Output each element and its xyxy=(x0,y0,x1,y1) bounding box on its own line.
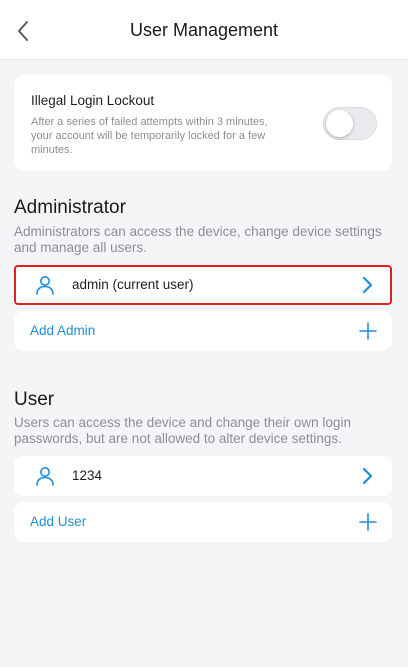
lockout-description: After a series of failed attempts within… xyxy=(31,116,268,156)
add-admin-row[interactable]: Add Admin xyxy=(14,311,392,351)
lockout-card: Illegal Login Lockout After a series of … xyxy=(14,75,392,171)
administrator-section-description: Administrators can access the device, ch… xyxy=(14,224,382,255)
plus-icon xyxy=(359,513,377,531)
chevron-right-icon xyxy=(362,467,373,485)
page-title: User Management xyxy=(129,20,279,40)
add-admin-label: Add Admin xyxy=(30,323,96,338)
admin-user-row[interactable]: admin (current user) xyxy=(14,265,392,305)
user-row[interactable]: 1234 xyxy=(14,456,392,496)
toggle-knob xyxy=(326,110,353,137)
plus-icon xyxy=(359,322,377,340)
admin-user-name: admin (current user) xyxy=(72,277,194,292)
chevron-right-icon xyxy=(362,276,373,294)
user-icon xyxy=(36,276,54,295)
user-section-title: User xyxy=(14,389,55,410)
lockout-title: Illegal Login Lockout xyxy=(31,93,155,108)
top-bar: User Management xyxy=(0,0,408,60)
add-user-row[interactable]: Add User xyxy=(14,502,392,542)
user-name: 1234 xyxy=(72,468,103,483)
add-user-label: Add User xyxy=(30,514,87,529)
administrator-section-title: Administrator xyxy=(14,197,126,218)
user-icon xyxy=(36,467,54,486)
user-section-description: Users can access the device and change t… xyxy=(14,415,351,446)
lockout-toggle[interactable] xyxy=(323,107,377,140)
